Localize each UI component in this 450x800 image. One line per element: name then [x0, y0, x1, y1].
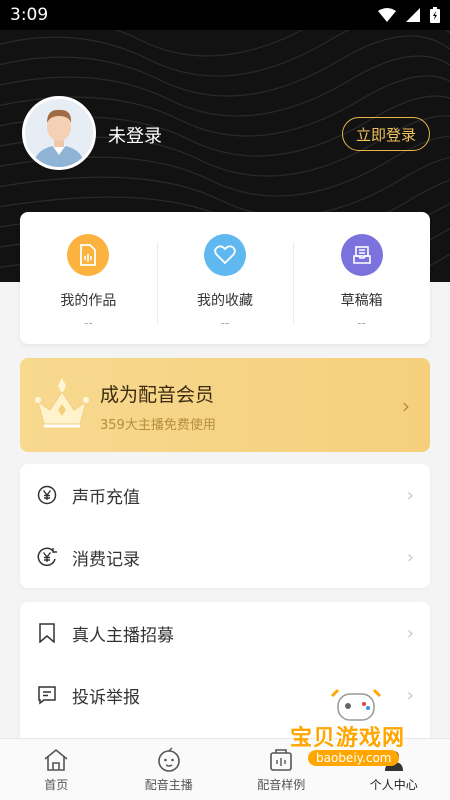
stat-value: -- [84, 316, 93, 330]
home-icon [42, 747, 70, 773]
signal-icon [406, 8, 420, 22]
stat-label: 我的作品 [60, 293, 117, 309]
username: 未登录 [108, 126, 162, 147]
yen-circle-icon [36, 484, 58, 506]
menu-label: 声币充值 [72, 487, 140, 508]
stat-my-favorites[interactable]: 我的收藏 -- [156, 212, 294, 344]
menu-item-recruit-anchor[interactable]: 真人主播招募 › [20, 602, 430, 664]
tab-label: 配音主播 [144, 778, 193, 792]
stat-my-works[interactable]: 我的作品 -- [20, 212, 157, 344]
login-button[interactable]: 立即登录 [342, 117, 430, 151]
stat-label: 草稿箱 [340, 293, 383, 309]
tab-home[interactable]: 首页 [0, 739, 113, 800]
stat-icon-bg [204, 234, 246, 276]
tab-label: 首页 [44, 778, 69, 792]
stat-value: -- [357, 316, 367, 330]
audio-file-icon [80, 244, 97, 266]
watermark-url: baobeiy.com [308, 750, 400, 766]
menu-label: 真人主播招募 [72, 625, 174, 646]
watermark-text: 宝贝游戏网 [290, 726, 406, 751]
stat-drafts[interactable]: 草稿箱 -- [293, 212, 430, 344]
anchor-face-icon [155, 747, 183, 773]
menu-item-consumption-records[interactable]: 消费记录 › [20, 526, 430, 588]
chevron-right-icon: › [402, 394, 410, 418]
tab-voice-anchors[interactable]: 配音主播 [113, 739, 226, 800]
status-icons [378, 7, 440, 23]
menu-group-wallet: 声币充值 › 消费记录 › [20, 464, 430, 588]
chevron-right-icon: › [406, 546, 414, 568]
vip-banner[interactable]: 成为配音会员 359大主播免费使用 › [20, 358, 430, 452]
wifi-icon [378, 8, 396, 22]
heart-icon [214, 245, 236, 265]
status-bar: 3:09 [0, 0, 450, 30]
crown-icon [35, 378, 89, 428]
stat-icon-bg [340, 234, 383, 276]
yen-history-icon [36, 546, 58, 568]
stats-card: 我的作品 -- 我的收藏 -- 草稿箱 -- [20, 212, 430, 344]
vip-title: 成为配音会员 [100, 384, 215, 406]
stat-label: 我的收藏 [197, 293, 253, 309]
chevron-right-icon: › [406, 484, 414, 506]
stat-icon-bg [67, 234, 110, 276]
battery-icon [430, 7, 440, 23]
menu-label: 消费记录 [72, 549, 140, 570]
default-avatar-icon [25, 99, 93, 167]
watermark: 宝贝游戏网 baobeiy.com [290, 686, 440, 782]
vip-subtitle: 359大主播免费使用 [100, 418, 216, 433]
stat-value: -- [220, 316, 230, 330]
menu-item-recharge[interactable]: 声币充值 › [20, 464, 430, 526]
bookmark-icon [36, 622, 58, 644]
inbox-icon [352, 246, 371, 264]
avatar[interactable] [22, 96, 96, 170]
report-message-icon [36, 684, 58, 706]
chevron-right-icon: › [406, 622, 414, 644]
status-time: 3:09 [10, 5, 49, 25]
